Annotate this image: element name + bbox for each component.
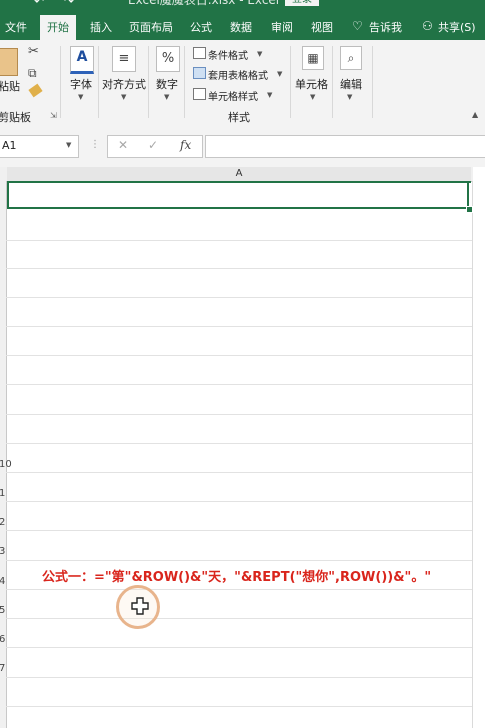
gridline <box>6 647 472 648</box>
alignment-button-label[interactable]: 对齐方式 <box>102 76 146 92</box>
gridline <box>6 501 472 502</box>
gridline <box>6 706 472 707</box>
number-button-label[interactable]: 数字 <box>156 76 178 92</box>
row-number[interactable]: 1 <box>0 488 5 499</box>
row-number[interactable]: 6 <box>0 634 5 645</box>
column-divider <box>472 181 473 728</box>
format-as-table-icon[interactable] <box>193 67 206 79</box>
redo-icon[interactable]: ↷ <box>64 0 74 8</box>
cells-dropdown-icon[interactable]: ▼ <box>310 93 315 101</box>
row-number[interactable]: 3 <box>0 546 5 557</box>
gridline <box>6 589 472 590</box>
gridline <box>6 560 472 561</box>
group-divider <box>332 46 333 118</box>
formula-bar-grip-icon[interactable]: ⋮ <box>90 139 100 150</box>
cell-styles-dropdown-icon[interactable]: ▼ <box>267 91 272 99</box>
row-number[interactable]: 2 <box>0 517 5 528</box>
group-divider <box>290 46 291 118</box>
format-as-table-button[interactable]: 套用表格格式 <box>208 67 268 82</box>
search-icon[interactable]: ⌕ <box>340 46 362 70</box>
number-dropdown-icon[interactable]: ▼ <box>164 93 169 101</box>
copy-icon[interactable]: ⧉ <box>28 66 37 81</box>
conditional-format-dropdown-icon[interactable]: ▼ <box>257 50 262 58</box>
clipboard-group-label: 剪贴板 <box>0 111 31 124</box>
group-divider <box>372 46 373 118</box>
cell-styles-button[interactable]: 单元格样式 <box>208 88 258 103</box>
gridline <box>6 677 472 678</box>
insert-function-button[interactable]: fx <box>180 138 191 152</box>
format-as-table-dropdown-icon[interactable]: ▼ <box>277 70 282 78</box>
gridline <box>6 530 472 531</box>
group-divider <box>148 46 149 118</box>
signin-button[interactable]: 登录 <box>285 0 319 6</box>
row-number[interactable]: 5 <box>0 605 5 616</box>
dialog-launcher-icon[interactable]: ⇲ <box>50 111 57 120</box>
tab-page-layout[interactable]: 页面布局 <box>126 15 176 40</box>
gridline <box>6 297 472 298</box>
styles-group-label: 样式 <box>228 111 250 124</box>
cell-styles-icon[interactable] <box>193 88 206 100</box>
fill-handle[interactable] <box>466 206 473 213</box>
gridline <box>6 414 472 415</box>
cells-icon[interactable]: ▦ <box>302 46 324 70</box>
formula-buttons: ✕ ✓ fx <box>107 135 203 158</box>
group-divider <box>60 46 61 118</box>
lightbulb-icon[interactable]: ♡ <box>352 19 363 33</box>
group-divider <box>98 46 99 118</box>
font-icon[interactable]: A <box>70 46 94 74</box>
conditional-format-icon[interactable] <box>193 47 206 59</box>
paste-button-label[interactable]: 粘贴 <box>0 78 20 94</box>
editing-dropdown-icon[interactable]: ▼ <box>347 93 352 101</box>
tab-formulas[interactable]: 公式 <box>186 15 216 40</box>
gridline <box>6 618 472 619</box>
person-icon[interactable]: ⚇ <box>422 19 433 33</box>
row-number[interactable]: 7 <box>0 663 5 674</box>
tab-home[interactable]: 开始 <box>40 15 76 40</box>
paste-icon[interactable] <box>0 48 18 76</box>
tab-data[interactable]: 数据 <box>226 15 256 40</box>
gridline <box>6 240 472 241</box>
gridline <box>6 326 472 327</box>
column-b-area[interactable] <box>473 167 485 728</box>
gridline <box>6 443 472 444</box>
percent-icon[interactable]: % <box>156 46 180 72</box>
editing-button-label[interactable]: 编辑 <box>340 76 362 92</box>
cell-cursor-icon <box>131 597 149 615</box>
cells-button-label[interactable]: 单元格 <box>295 76 328 92</box>
name-box-dropdown-icon[interactable]: ▼ <box>66 141 71 149</box>
undo-icon[interactable]: ↶ <box>34 0 44 8</box>
alignment-dropdown-icon[interactable]: ▼ <box>121 93 126 101</box>
row-number[interactable]: 10 <box>0 459 12 470</box>
tab-insert[interactable]: 插入 <box>86 15 116 40</box>
gridline <box>6 268 472 269</box>
alignment-icon[interactable]: ≡ <box>112 46 136 72</box>
conditional-format-button[interactable]: 条件格式 <box>208 47 248 62</box>
collapse-ribbon-icon[interactable]: ▲ <box>472 110 478 119</box>
cancel-icon[interactable]: ✕ <box>118 138 128 152</box>
font-dropdown-icon[interactable]: ▼ <box>78 93 83 101</box>
row-number[interactable]: 4 <box>0 576 5 587</box>
group-divider <box>184 46 185 118</box>
name-box-value: A1 <box>2 139 17 152</box>
gridline <box>6 472 472 473</box>
tab-view[interactable]: 视图 <box>306 15 338 40</box>
font-button-label[interactable]: 字体 <box>70 76 92 92</box>
row-header-strip <box>0 181 7 728</box>
selected-cell-a1[interactable] <box>7 181 469 209</box>
gridline <box>6 355 472 356</box>
tell-me-search[interactable]: 告诉我 <box>369 15 402 40</box>
formula-annotation: 公式一：="第"&ROW()&"天，"&REPT("想你",ROW())&"。" <box>42 570 432 585</box>
formula-input[interactable] <box>205 135 485 158</box>
tab-review[interactable]: 审阅 <box>266 15 298 40</box>
gridline <box>6 384 472 385</box>
scissors-icon[interactable]: ✂ <box>28 44 39 59</box>
share-button[interactable]: 共享(S) <box>438 15 476 40</box>
tab-file[interactable]: 文件 <box>0 15 32 40</box>
enter-icon[interactable]: ✓ <box>148 138 158 152</box>
window-title: Excel魔魔表日.xlsx - Excel <box>128 0 280 7</box>
name-box[interactable]: A1 ▼ <box>0 135 79 158</box>
